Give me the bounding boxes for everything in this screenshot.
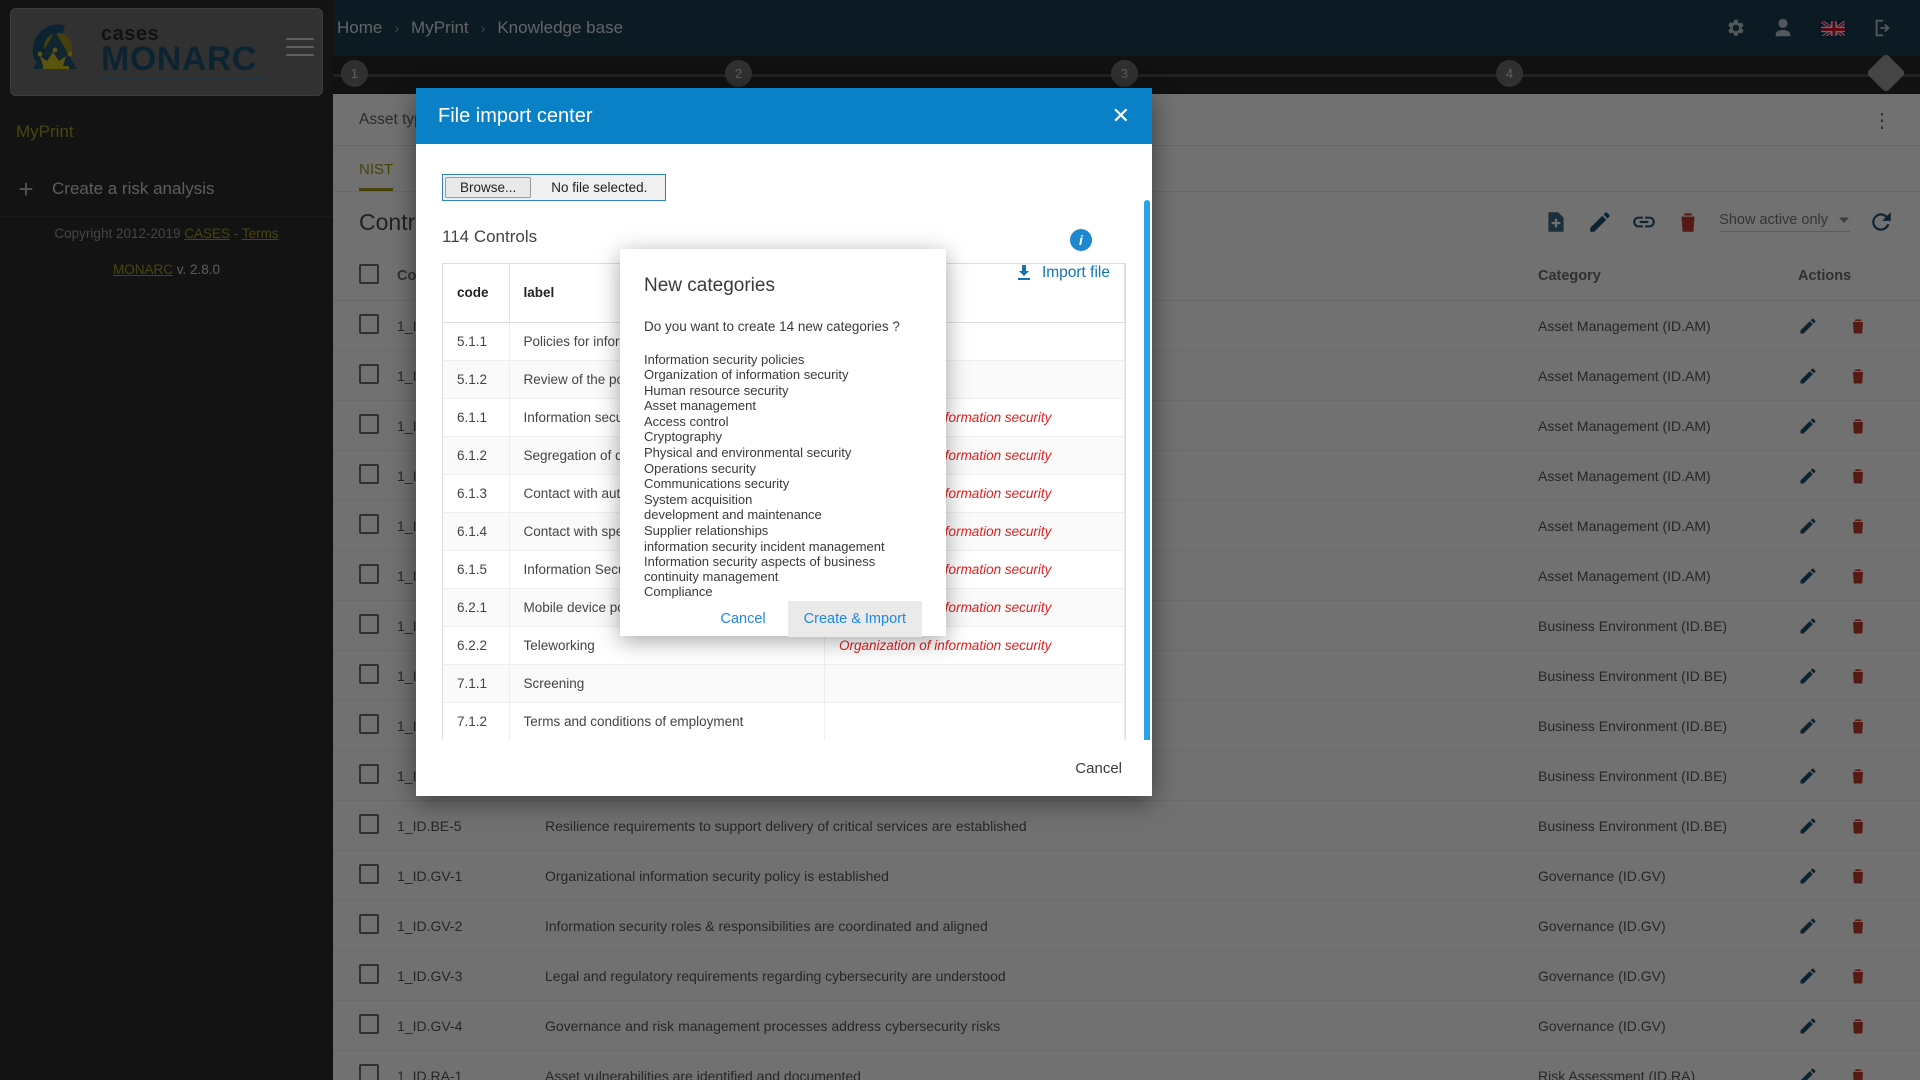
file-import-dialog-footer: Cancel bbox=[416, 740, 1152, 796]
preview-code: 6.1.2 bbox=[443, 436, 510, 475]
new-categories-title: New categories bbox=[644, 275, 775, 296]
dialog-cancel-button[interactable]: Cancel bbox=[1075, 760, 1122, 777]
browse-button[interactable]: Browse... bbox=[445, 177, 532, 198]
preview-label: Terms and conditions of employment bbox=[509, 702, 825, 740]
category-list-item: Asset management bbox=[644, 398, 757, 414]
preview-code: 6.1.5 bbox=[443, 550, 510, 589]
preview-code: 6.1.3 bbox=[443, 474, 510, 513]
category-list-item: Physical and environmental security bbox=[644, 445, 852, 461]
file-import-dialog-header: File import center ✕ bbox=[416, 88, 1152, 144]
new-categories-list: Information security policies Organizatio… bbox=[644, 352, 922, 601]
info-icon[interactable]: i bbox=[1070, 229, 1092, 251]
modal-scrollbar[interactable] bbox=[1144, 200, 1150, 740]
file-input[interactable]: Browse... No file selected. bbox=[442, 174, 667, 201]
preview-code: 7.1.1 bbox=[443, 664, 510, 703]
category-list-item: development and maintenance bbox=[644, 507, 822, 523]
category-list-item: Access control bbox=[644, 413, 729, 429]
preview-code: 7.1.2 bbox=[443, 702, 510, 740]
category-list-item: Cryptography bbox=[644, 429, 723, 445]
category-list-item: Organization of information security bbox=[644, 367, 849, 383]
new-categories-cancel-button[interactable]: Cancel bbox=[705, 601, 782, 637]
import-file-button[interactable]: Import file bbox=[1016, 264, 1110, 282]
category-list-item: Supplier relationships bbox=[644, 523, 769, 539]
preview-category bbox=[824, 702, 1125, 740]
preview-category bbox=[824, 664, 1125, 703]
category-list-item: System acquisition bbox=[644, 491, 753, 507]
preview-label: Screening bbox=[509, 664, 825, 703]
close-icon[interactable]: ✕ bbox=[1112, 105, 1130, 127]
preview-code: 6.2.1 bbox=[443, 588, 510, 627]
selected-file-name: No file selected. bbox=[551, 180, 648, 195]
file-import-dialog-title: File import center bbox=[438, 104, 593, 127]
controls-count-label: 114 Controls bbox=[442, 227, 538, 246]
preview-code: 6.2.2 bbox=[443, 626, 510, 665]
import-file-label: Import file bbox=[1041, 264, 1110, 281]
preview-code: 5.1.1 bbox=[443, 322, 510, 361]
new-categories-dialog: New categories Do you want to create 14 … bbox=[620, 249, 946, 637]
preview-row: 7.1.1 Screening bbox=[443, 664, 1125, 703]
category-list-item: Operations security bbox=[644, 460, 756, 476]
preview-code: 6.1.4 bbox=[443, 512, 510, 551]
app-root: cases MONARC MyPrint + Create a risk ana… bbox=[0, 0, 1920, 1080]
create-and-import-button[interactable]: Create & Import bbox=[787, 600, 922, 637]
category-list-item: Compliance bbox=[644, 584, 713, 600]
category-list-item: Communications security bbox=[644, 476, 790, 492]
preview-code: 5.1.2 bbox=[443, 360, 510, 399]
preview-column-code: code bbox=[443, 264, 510, 323]
category-list-item: information security incident management bbox=[644, 538, 885, 554]
new-categories-actions: Cancel Create & Import bbox=[644, 600, 922, 651]
download-icon bbox=[1017, 265, 1030, 280]
preview-code: 6.1.1 bbox=[443, 398, 510, 437]
new-categories-question: Do you want to create 14 new categories … bbox=[644, 319, 900, 334]
category-list-item: Information security policies bbox=[644, 351, 805, 367]
category-list-item: Human resource security bbox=[644, 382, 789, 398]
preview-row: 7.1.2 Terms and conditions of employment bbox=[443, 702, 1125, 740]
category-list-item: Information security aspects of business… bbox=[644, 554, 876, 584]
